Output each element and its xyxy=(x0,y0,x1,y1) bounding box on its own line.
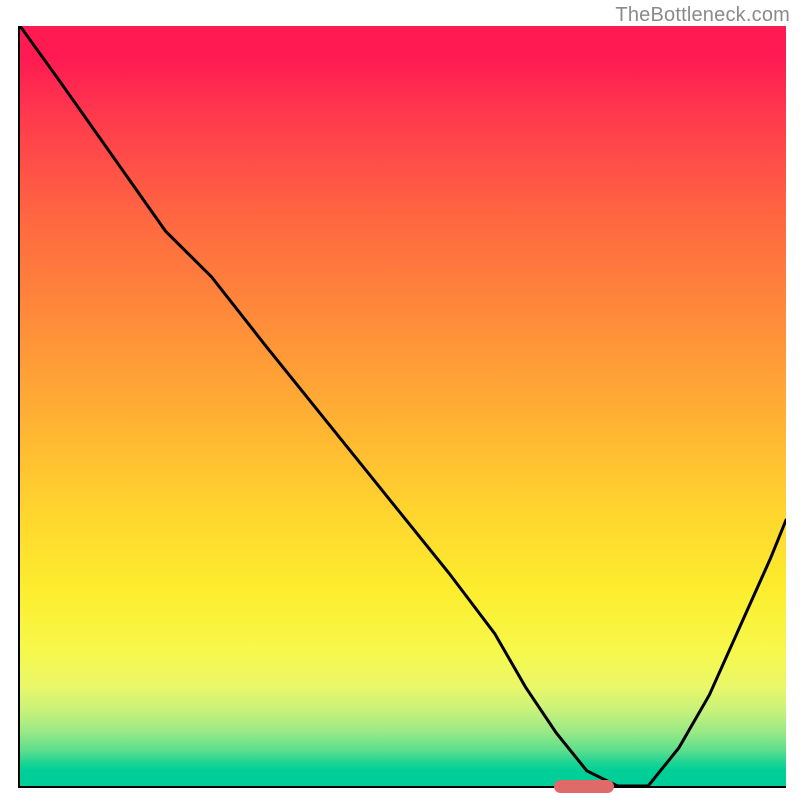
optimal-range-marker xyxy=(554,780,614,793)
curve-path xyxy=(20,26,786,786)
bottleneck-curve xyxy=(20,26,786,786)
chart-plot-area xyxy=(18,26,786,788)
watermark-text: TheBottleneck.com xyxy=(615,4,790,27)
